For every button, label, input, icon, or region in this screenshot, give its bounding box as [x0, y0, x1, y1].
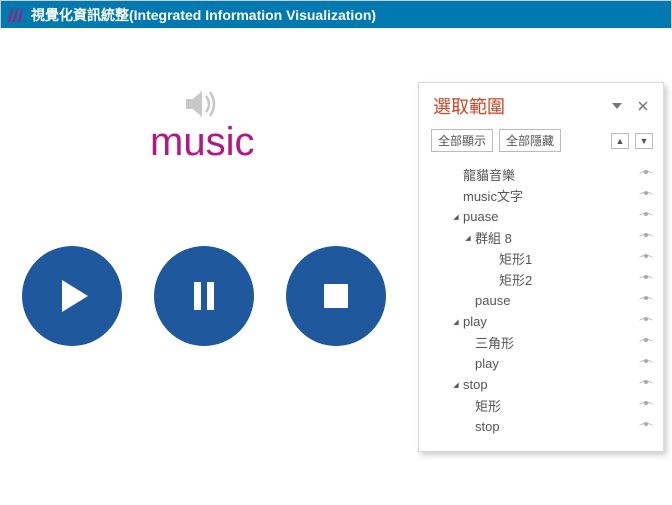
tree-item-label: stop: [461, 377, 637, 392]
window-title: 視覺化資訊統整(Integrated Information Visualiza…: [31, 5, 376, 25]
tree-item-label: 三角形: [473, 333, 637, 352]
stop-button[interactable]: [286, 246, 386, 346]
tree-item[interactable]: ◢puase: [427, 206, 655, 227]
tree-item[interactable]: 矩形2: [427, 269, 655, 290]
slide-stage: music 選取範圍 全部顯示 全部隱藏 ▲ ▼ 龍貓音樂mu: [0, 28, 672, 505]
tree-item[interactable]: play: [427, 353, 655, 374]
pane-menu-button[interactable]: [609, 98, 625, 114]
move-down-button[interactable]: ▼: [635, 133, 653, 149]
tree-item[interactable]: ◢群組 8: [427, 227, 655, 248]
tree-item[interactable]: ◢stop: [427, 374, 655, 395]
tree-item-label: play: [461, 314, 637, 329]
tree-item[interactable]: music文字: [427, 185, 655, 206]
tree-item[interactable]: 矩形1: [427, 248, 655, 269]
selection-tree: 龍貓音樂music文字◢puase◢群組 8矩形1矩形2pause◢play三角…: [419, 162, 663, 445]
speaker-icon[interactable]: [180, 84, 220, 124]
selection-pane-header: 選取範圍: [419, 83, 663, 125]
pane-close-button[interactable]: [635, 98, 651, 114]
visibility-eye-icon[interactable]: [637, 402, 655, 409]
tree-item[interactable]: 龍貓音樂: [427, 164, 655, 185]
tree-toggle-icon[interactable]: ◢: [451, 318, 461, 326]
pause-button[interactable]: [154, 246, 254, 346]
tree-item-label: pause: [473, 293, 637, 308]
window-titlebar: 視覺化資訊統整(Integrated Information Visualiza…: [1, 1, 671, 29]
tree-toggle-icon[interactable]: ◢: [463, 234, 473, 242]
visibility-eye-icon[interactable]: [637, 276, 655, 283]
visibility-eye-icon[interactable]: [637, 318, 655, 325]
tree-item[interactable]: stop: [427, 416, 655, 437]
move-up-button[interactable]: ▲: [611, 133, 629, 149]
tree-item[interactable]: ◢play: [427, 311, 655, 332]
tree-item[interactable]: 矩形: [427, 395, 655, 416]
visibility-eye-icon[interactable]: [637, 192, 655, 199]
play-button[interactable]: [22, 246, 122, 346]
visibility-eye-icon[interactable]: [637, 339, 655, 346]
visibility-eye-icon[interactable]: [637, 297, 655, 304]
visibility-eye-icon[interactable]: [637, 423, 655, 430]
visibility-eye-icon[interactable]: [637, 234, 655, 241]
tree-item-label: 矩形: [473, 396, 637, 415]
tree-item-label: play: [473, 356, 637, 371]
tree-item[interactable]: pause: [427, 290, 655, 311]
tree-item-label: 矩形2: [497, 270, 637, 289]
visibility-eye-icon[interactable]: [637, 360, 655, 367]
hide-all-button[interactable]: 全部隱藏: [499, 129, 561, 152]
visibility-eye-icon[interactable]: [637, 213, 655, 220]
selection-pane: 選取範圍 全部顯示 全部隱藏 ▲ ▼ 龍貓音樂music文字◢puase◢群組 …: [418, 82, 664, 452]
tree-item-label: 矩形1: [497, 249, 637, 268]
music-text[interactable]: music: [150, 120, 254, 165]
tree-item-label: stop: [473, 419, 637, 434]
selection-pane-toolbar: 全部顯示 全部隱藏 ▲ ▼: [419, 125, 663, 162]
tree-item-label: puase: [461, 209, 637, 224]
tree-toggle-icon[interactable]: ◢: [451, 213, 461, 221]
selection-pane-title: 選取範圍: [433, 93, 599, 119]
visibility-eye-icon[interactable]: [637, 381, 655, 388]
tree-item-label: 群組 8: [473, 228, 637, 247]
media-controls: [22, 246, 386, 346]
visibility-eye-icon[interactable]: [637, 255, 655, 262]
visibility-eye-icon[interactable]: [637, 171, 655, 178]
tree-item-label: 龍貓音樂: [461, 165, 637, 184]
tree-toggle-icon[interactable]: ◢: [451, 381, 461, 389]
show-all-button[interactable]: 全部顯示: [431, 129, 493, 152]
tree-item-label: music文字: [461, 186, 637, 205]
tree-item[interactable]: 三角形: [427, 332, 655, 353]
app-logo: [7, 6, 25, 24]
